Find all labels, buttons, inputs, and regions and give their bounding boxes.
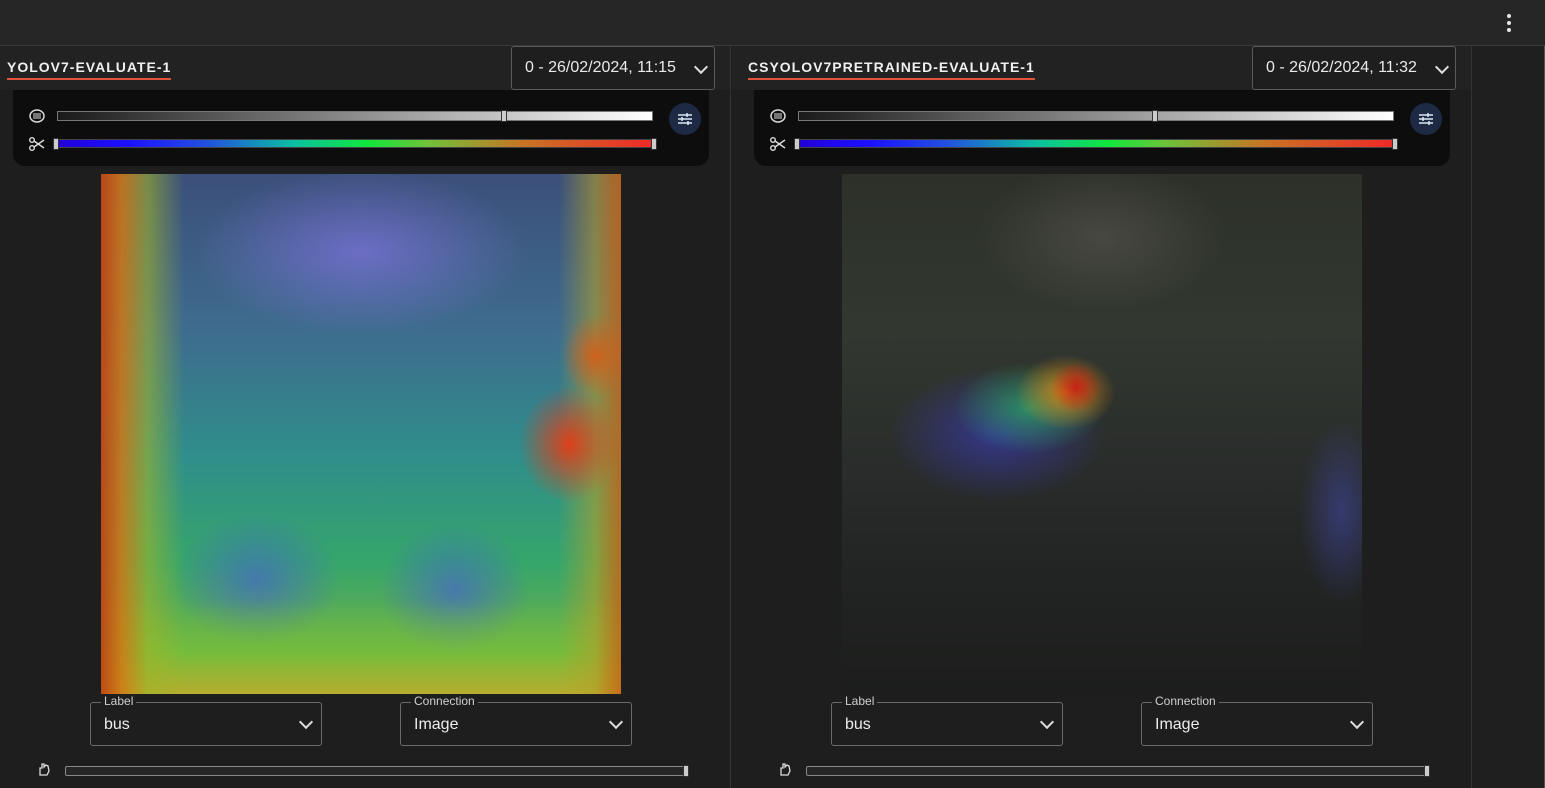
panel-header: CSYOLOV7PRETRAINED-EVALUATE-1 0 - 26/02/… bbox=[732, 46, 1471, 90]
tune-icon bbox=[678, 113, 692, 125]
bottom-slider[interactable] bbox=[806, 765, 1430, 777]
chevron-down-icon bbox=[608, 714, 624, 730]
threshold-slider[interactable] bbox=[53, 138, 657, 150]
label-select[interactable]: Label bus bbox=[831, 694, 1063, 746]
bottom-slider-thumb[interactable] bbox=[1424, 765, 1430, 777]
bottom-slider-thumb[interactable] bbox=[683, 765, 689, 777]
bottom-slider[interactable] bbox=[65, 765, 689, 777]
label-select-value: bus bbox=[845, 716, 871, 733]
chevron-down-icon bbox=[693, 59, 709, 75]
settings-button[interactable] bbox=[669, 103, 701, 135]
label-select-caption: Label bbox=[101, 694, 137, 708]
tune-icon bbox=[1419, 113, 1433, 125]
settings-button[interactable] bbox=[1410, 103, 1442, 135]
scissors-icon bbox=[769, 137, 787, 151]
run-select[interactable]: 0 - 26/02/2024, 11:15 bbox=[511, 46, 715, 90]
label-select-value: bus bbox=[104, 716, 130, 733]
connection-select-value: Image bbox=[1155, 716, 1200, 733]
visualization-controls bbox=[754, 90, 1450, 166]
panel-header: YOLOV7-EVALUATE-1 0 - 26/02/2024, 11:15 bbox=[0, 46, 730, 90]
connection-select[interactable]: Connection Image bbox=[400, 694, 632, 746]
opacity-slider-thumb[interactable] bbox=[500, 110, 507, 122]
right-gutter bbox=[1473, 46, 1545, 788]
saliency-image bbox=[842, 174, 1362, 694]
visualization-controls bbox=[13, 90, 709, 166]
label-select-caption: Label bbox=[842, 694, 878, 708]
threshold-max-thumb[interactable] bbox=[1392, 138, 1398, 150]
opacity-slider[interactable] bbox=[798, 110, 1394, 122]
opacity-slider[interactable] bbox=[57, 110, 653, 122]
label-select[interactable]: Label bus bbox=[90, 694, 322, 746]
connection-select[interactable]: Connection Image bbox=[1141, 694, 1373, 746]
chevron-down-icon bbox=[1039, 714, 1055, 730]
opacity-icon bbox=[769, 109, 787, 123]
threshold-min-thumb[interactable] bbox=[794, 138, 800, 150]
chevron-down-icon bbox=[1349, 714, 1365, 730]
saliency-image bbox=[101, 174, 621, 694]
connection-select-caption: Connection bbox=[1152, 694, 1219, 708]
threshold-max-thumb[interactable] bbox=[651, 138, 657, 150]
experiment-title[interactable]: CSYOLOV7PRETRAINED-EVALUATE-1 bbox=[748, 59, 1035, 80]
scissors-icon bbox=[28, 137, 46, 151]
threshold-slider[interactable] bbox=[794, 138, 1398, 150]
chevron-down-icon bbox=[298, 714, 314, 730]
run-select-value: 0 - 26/02/2024, 11:32 bbox=[1266, 59, 1417, 76]
top-bar bbox=[0, 0, 1545, 46]
comparison-panel-right: CSYOLOV7PRETRAINED-EVALUATE-1 0 - 26/02/… bbox=[732, 46, 1472, 788]
experiment-title[interactable]: YOLOV7-EVALUATE-1 bbox=[7, 59, 172, 80]
pan-tool-icon bbox=[37, 762, 53, 778]
run-select-value: 0 - 26/02/2024, 11:15 bbox=[525, 59, 676, 76]
more-vert-icon[interactable] bbox=[1499, 12, 1519, 34]
pan-tool-icon bbox=[778, 762, 794, 778]
opacity-icon bbox=[28, 109, 46, 123]
run-select[interactable]: 0 - 26/02/2024, 11:32 bbox=[1252, 46, 1456, 90]
chevron-down-icon bbox=[1434, 59, 1450, 75]
connection-select-value: Image bbox=[414, 716, 459, 733]
connection-select-caption: Connection bbox=[411, 694, 478, 708]
threshold-min-thumb[interactable] bbox=[53, 138, 59, 150]
opacity-slider-thumb[interactable] bbox=[1152, 110, 1159, 122]
comparison-panel-left: YOLOV7-EVALUATE-1 0 - 26/02/2024, 11:15 … bbox=[0, 46, 731, 788]
